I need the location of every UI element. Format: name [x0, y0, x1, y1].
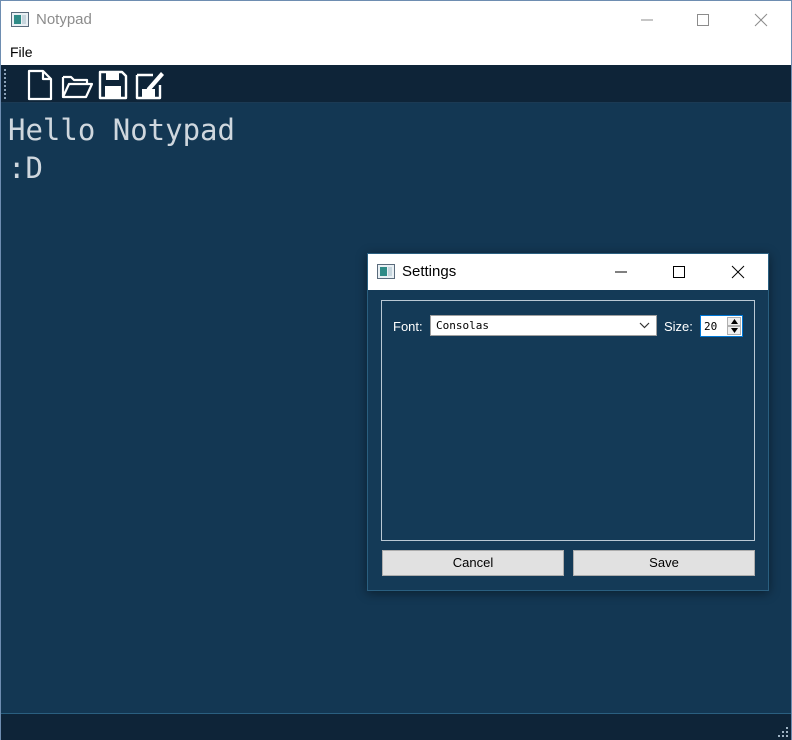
editor-content: Hello Notypad :D — [8, 111, 235, 187]
menu-file[interactable]: File — [10, 44, 33, 60]
size-value: 20 — [704, 320, 718, 333]
menu-bar: File — [1, 39, 791, 65]
app-icon — [11, 12, 29, 27]
close-icon — [754, 13, 768, 27]
save-as-icon — [135, 72, 164, 100]
close-button[interactable] — [738, 1, 784, 39]
size-spinbox[interactable]: 20 — [700, 315, 743, 337]
status-bar — [1, 713, 791, 740]
title-bar[interactable]: Notypad — [1, 1, 791, 39]
font-select-value: Consolas — [436, 319, 489, 332]
maximize-icon — [697, 14, 709, 26]
dialog-title-bar[interactable]: Settings — [368, 254, 768, 290]
size-label: Size: — [664, 319, 693, 334]
settings-dialog: Settings Font: Consolas Size: 20 Cancel … — [367, 253, 769, 591]
open-folder-icon — [61, 75, 93, 99]
dialog-close-button[interactable] — [715, 254, 761, 290]
maximize-icon — [673, 266, 685, 278]
chevron-down-icon — [639, 322, 650, 329]
editor-line: :D — [8, 151, 43, 185]
minimize-icon — [641, 19, 653, 21]
open-folder-button[interactable] — [58, 68, 93, 100]
dialog-minimize-button[interactable] — [598, 254, 644, 290]
window-title: Notypad — [36, 11, 92, 28]
font-label: Font: — [393, 319, 423, 334]
toolbar — [1, 65, 791, 103]
save-as-button[interactable] — [131, 68, 165, 100]
editor-line: Hello Notypad — [8, 113, 235, 147]
minimize-button[interactable] — [624, 1, 670, 39]
minimize-icon — [615, 271, 627, 273]
new-file-icon — [27, 69, 53, 101]
settings-panel: Font: Consolas Size: 20 — [381, 300, 755, 541]
size-decrement-button[interactable] — [727, 326, 741, 335]
dialog-app-icon — [377, 264, 395, 279]
size-increment-button[interactable] — [727, 317, 741, 326]
dialog-title: Settings — [402, 263, 457, 280]
toolbar-grip[interactable] — [4, 69, 7, 99]
cancel-button[interactable]: Cancel — [382, 550, 564, 576]
save-icon — [98, 70, 128, 100]
resize-grip-icon[interactable] — [777, 726, 789, 738]
arrow-up-icon — [731, 319, 738, 324]
dialog-maximize-button[interactable] — [656, 254, 702, 290]
save-settings-button[interactable]: Save — [573, 550, 755, 576]
close-icon — [731, 265, 745, 279]
maximize-button[interactable] — [680, 1, 726, 39]
font-select[interactable]: Consolas — [430, 315, 657, 336]
save-button[interactable] — [94, 68, 128, 100]
new-file-button[interactable] — [22, 68, 56, 101]
arrow-down-icon — [731, 328, 738, 333]
